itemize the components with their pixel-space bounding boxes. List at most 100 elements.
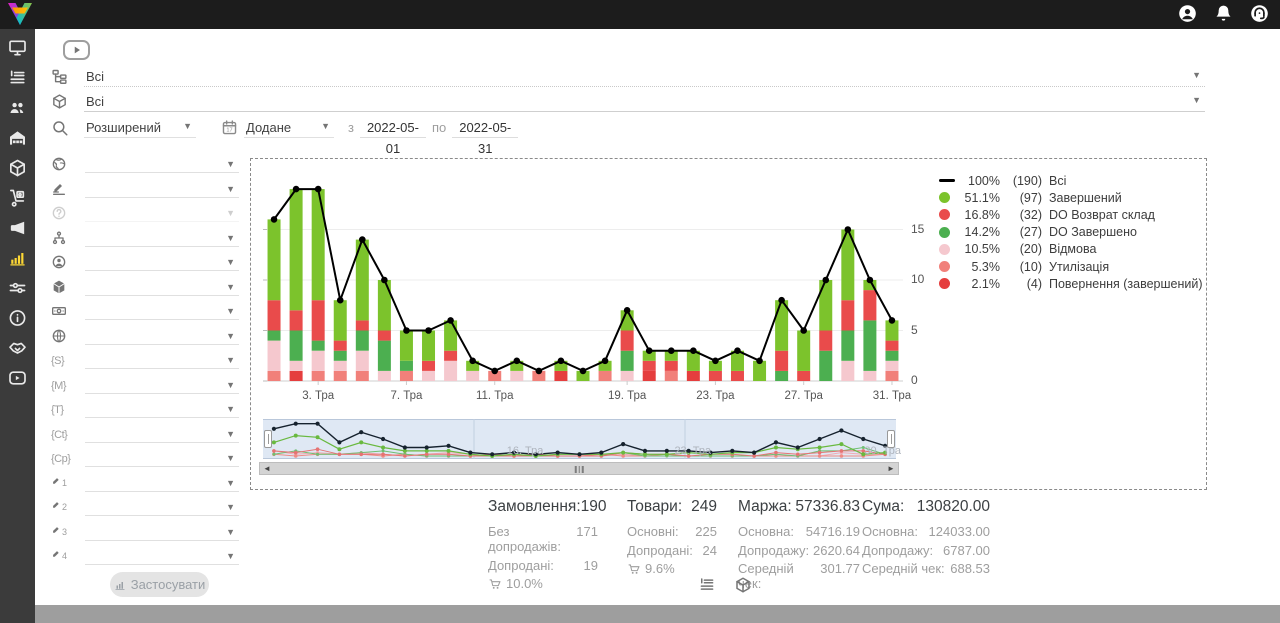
stat-value: 249 <box>691 498 717 516</box>
sidebar-item-analytics[interactable] <box>7 248 28 268</box>
sidebar-item-monitor[interactable] <box>7 38 28 58</box>
chart-navigator[interactable]: 16. Тра23. Тра30. Тра <box>263 419 896 459</box>
legend-count: (4) <box>1004 277 1042 291</box>
filter-select-10[interactable]: ▼ <box>85 400 239 418</box>
date-to-label: по <box>432 120 446 135</box>
legend-percent: 51.1% <box>956 191 1000 205</box>
pencil-1-icon: 1 <box>51 475 67 491</box>
source-select-value: Всі <box>86 69 104 84</box>
sidebar-item-handtruck[interactable] <box>7 188 28 208</box>
y-axis-tick-label: 0 <box>911 373 937 387</box>
filter-select-6[interactable]: ▼ <box>85 302 239 320</box>
legend-item-2[interactable]: 16.8%(32)DO Возврат склад <box>939 206 1203 223</box>
legend-dot-marker <box>939 209 956 220</box>
product-select[interactable]: Всі ▼ <box>84 91 1205 112</box>
package-icon[interactable] <box>734 576 752 594</box>
legend-percent: 16.8% <box>956 208 1000 222</box>
app-logo-icon[interactable] <box>7 2 33 27</box>
sidebar-item-orders-list[interactable] <box>7 68 28 88</box>
stat-title: Маржа:57336.83 <box>738 498 860 516</box>
chevron-down-icon: ▼ <box>226 380 235 390</box>
chevron-down-icon: ▼ <box>226 306 235 316</box>
chevron-down-icon: ▼ <box>226 184 235 194</box>
sidebar-item-users[interactable] <box>7 98 28 118</box>
sidebar-item-info[interactable] <box>7 308 28 328</box>
legend-item-3[interactable]: 14.2%(27)DO Завершено <box>939 224 1203 241</box>
stat-value: 190 <box>581 498 607 516</box>
date-to-input[interactable]: 2022-05-31 <box>452 117 518 138</box>
stat-subrow: Основна:54716.19 <box>738 524 860 539</box>
filter-select-16[interactable]: ▼ <box>85 547 239 565</box>
chevron-down-icon: ▼ <box>226 502 235 512</box>
legend-label: Повернення (завершений) <box>1049 277 1203 291</box>
scroll-right-icon[interactable]: ► <box>885 463 897 474</box>
chevron-down-icon: ▼ <box>226 257 235 267</box>
navigator-minichart <box>263 419 896 459</box>
navigator-left-handle[interactable] <box>264 430 272 448</box>
cart-icon <box>488 577 502 591</box>
person-circle-icon <box>51 254 67 270</box>
bell-icon[interactable] <box>1213 3 1234 24</box>
legend-label: Утилізація <box>1049 260 1109 274</box>
filter-select-0[interactable]: ▼ <box>85 155 239 173</box>
stat-subrow: Допродажу:2620.64 <box>738 543 860 558</box>
filter-select-2: ▼ <box>85 204 239 222</box>
globe-icon <box>51 156 67 172</box>
filter-select-5[interactable]: ▼ <box>85 278 239 296</box>
filter-select-4[interactable]: ▼ <box>85 253 239 271</box>
date-from-input[interactable]: 2022-05-01 <box>360 117 426 138</box>
date-field-select[interactable]: Додане ▼ <box>244 117 334 138</box>
legend-count: (20) <box>1004 242 1042 256</box>
sidebar-item-products-cube[interactable] <box>7 158 28 178</box>
filter-row-0: ▼ <box>51 152 239 177</box>
filter-select-8[interactable]: ▼ <box>85 351 239 369</box>
orders-list-icon[interactable] <box>698 576 716 594</box>
legend-item-4[interactable]: 10.5%(20)Відмова <box>939 241 1203 258</box>
navigator-scrollbar[interactable]: ◄ ► <box>259 462 899 475</box>
user-icon[interactable] <box>1177 3 1198 24</box>
signature-icon <box>51 181 67 197</box>
filter-select-9[interactable]: ▼ <box>85 376 239 394</box>
users-icon <box>7 98 28 118</box>
filter-row-13: 1▼ <box>51 471 239 496</box>
pencil-4-icon: 4 <box>51 548 67 564</box>
x-axis-tick-label: 23. Тра <box>696 390 734 402</box>
filter-select-13[interactable]: ▼ <box>85 474 239 492</box>
search-mode-select[interactable]: Розширений ▼ <box>84 117 196 138</box>
legend-percent: 14.2% <box>956 225 1000 239</box>
apply-button[interactable]: Застосувати <box>110 572 209 597</box>
legend-item-1[interactable]: 51.1%(97)Завершений <box>939 189 1203 206</box>
sidebar-item-handshake[interactable] <box>7 338 28 358</box>
legend-item-6[interactable]: 2.1%(4)Повернення (завершений) <box>939 275 1203 292</box>
filter-select-15[interactable]: ▼ <box>85 523 239 541</box>
tutorial-play-button[interactable] <box>63 40 90 60</box>
stat-title: Товари:249 <box>627 498 717 516</box>
navigator-tick-label: 16. Тра <box>507 445 544 457</box>
banknote-icon <box>51 303 67 319</box>
sidebar-item-warehouse[interactable] <box>7 128 28 148</box>
search-icon <box>51 119 69 137</box>
filter-select-12[interactable]: ▼ <box>85 449 239 467</box>
sidebar-item-video[interactable] <box>7 368 28 388</box>
sidebar-item-megaphone[interactable] <box>7 218 28 238</box>
scroll-left-icon[interactable]: ◄ <box>261 463 273 474</box>
search-filter-row: Розширений ▼ 17 Додане ▼ з 2022-05-01 по… <box>51 117 1205 138</box>
source-select[interactable]: Всі ▼ <box>84 66 1205 87</box>
analytics-icon <box>7 248 28 268</box>
scrollbar-grip[interactable] <box>575 466 584 473</box>
filter-select-1[interactable]: ▼ <box>85 180 239 198</box>
legend-dot-marker <box>939 278 956 289</box>
filter-row-14: 2▼ <box>51 495 239 520</box>
filter-select-14[interactable]: ▼ <box>85 498 239 516</box>
filter-row-15: 3▼ <box>51 520 239 545</box>
filter-select-11[interactable]: ▼ <box>85 425 239 443</box>
filter-select-7[interactable]: ▼ <box>85 327 239 345</box>
legend-item-0[interactable]: 100%(190)Всі <box>939 172 1203 189</box>
support-icon[interactable] <box>1249 3 1270 24</box>
navigator-right-handle[interactable] <box>887 430 895 448</box>
sidebar-item-sliders[interactable] <box>7 278 28 298</box>
stat-subrow: Допродажу:6787.00 <box>862 543 990 558</box>
filter-select-3[interactable]: ▼ <box>85 229 239 247</box>
legend-item-5[interactable]: 5.3%(10)Утилізація <box>939 258 1203 275</box>
pencil-2-icon: 2 <box>51 499 67 515</box>
